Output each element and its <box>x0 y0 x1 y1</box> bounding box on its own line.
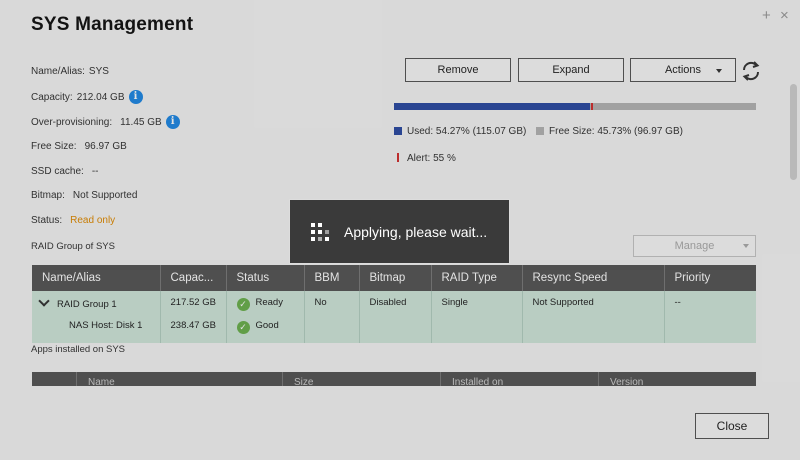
scrollbar-thumb[interactable] <box>790 84 797 180</box>
spinner-icon <box>311 223 329 241</box>
toast-message: Applying, please wait... <box>344 224 488 240</box>
applying-toast: Applying, please wait... <box>289 199 510 264</box>
